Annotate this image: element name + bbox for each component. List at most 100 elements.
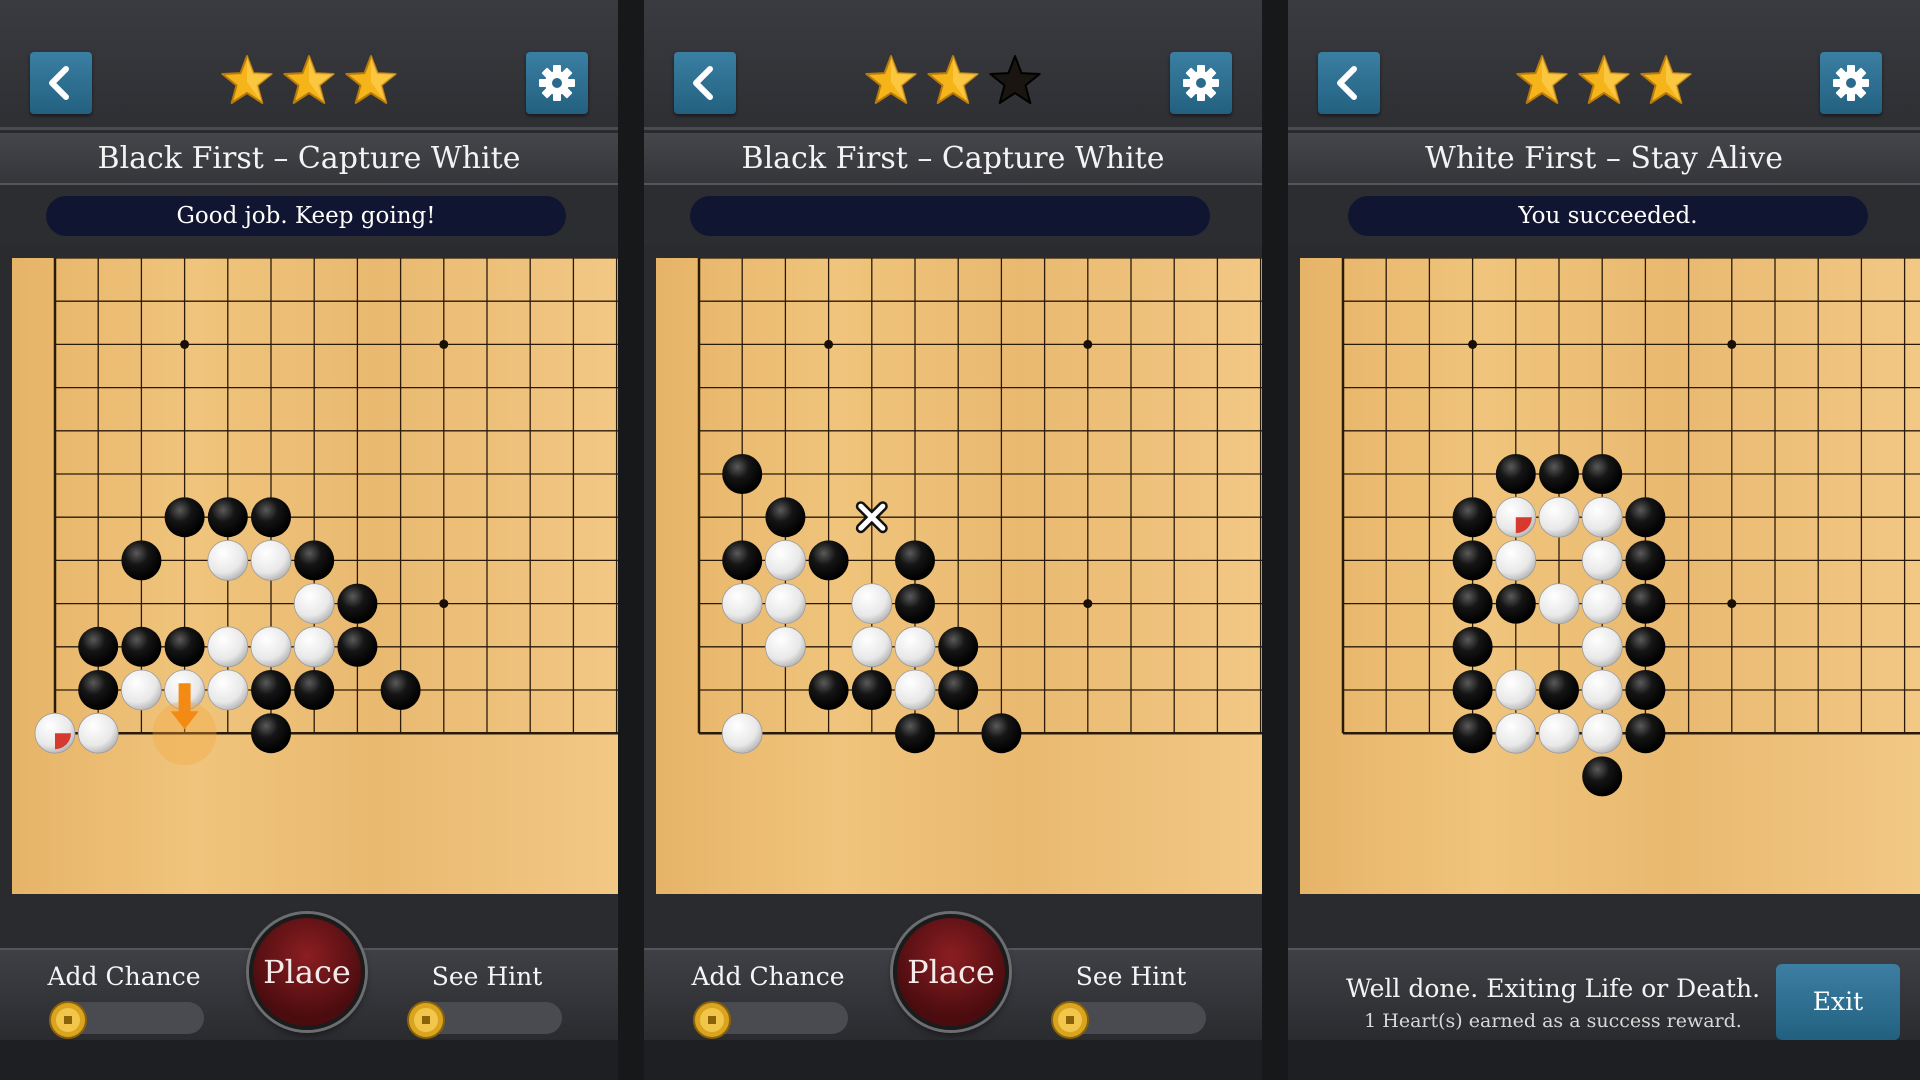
- top-bar: [1288, 0, 1920, 130]
- black-stone: [1582, 756, 1623, 797]
- star-rating: [863, 52, 1043, 108]
- result-bar: Well done. Exiting Life or Death. 1 Hear…: [1288, 948, 1920, 1040]
- white-stone: [293, 583, 335, 625]
- back-button[interactable]: [674, 52, 736, 114]
- black-stone: [808, 540, 849, 581]
- back-chevron-icon: [49, 66, 69, 100]
- star-rating: [1514, 52, 1694, 108]
- star-icon: [1578, 55, 1630, 104]
- white-stone: [894, 626, 936, 668]
- black-stone: [1452, 540, 1493, 581]
- see-hint-button[interactable]: See Hint: [1041, 962, 1221, 991]
- black-stone: [251, 713, 291, 754]
- settings-button[interactable]: [1170, 52, 1232, 114]
- black-stone: [1452, 583, 1493, 624]
- see-hint-button[interactable]: See Hint: [397, 962, 577, 991]
- black-stone: [1625, 670, 1666, 710]
- star-point: [824, 339, 834, 349]
- place-button[interactable]: Place: [249, 914, 365, 1030]
- star-rating: [219, 52, 399, 108]
- black-stone: [1452, 626, 1493, 667]
- add-chance-button[interactable]: Add Chance: [34, 962, 214, 991]
- white-stone: [764, 539, 806, 581]
- white-stone: [1538, 496, 1580, 538]
- black-stone: [765, 497, 806, 538]
- puzzle-panel-1: Black First – Capture White Good job. Ke…: [0, 0, 618, 1080]
- settings-button[interactable]: [526, 52, 588, 114]
- status-message: Good job. Keep going!: [46, 196, 566, 236]
- black-stone: [78, 626, 119, 667]
- star-point: [1083, 339, 1093, 349]
- black-stone: [380, 670, 421, 710]
- black-stone: [1452, 670, 1493, 710]
- puzzle-title: Black First – Capture White: [0, 133, 618, 185]
- black-stone: [808, 670, 849, 710]
- black-stone: [895, 540, 935, 581]
- top-bar: [0, 0, 618, 130]
- black-stone: [722, 454, 763, 494]
- white-stone: [250, 626, 292, 668]
- coin-icon: [407, 1001, 445, 1039]
- go-board[interactable]: [656, 258, 1262, 894]
- back-button[interactable]: [1318, 52, 1380, 114]
- gear-icon: [1183, 65, 1219, 101]
- white-stone: [1495, 669, 1537, 711]
- star-point: [439, 339, 449, 349]
- star-icon: [989, 55, 1041, 104]
- star-point: [1083, 599, 1093, 609]
- coin-icon: [693, 1001, 731, 1039]
- white-stone: [764, 626, 806, 668]
- star-point: [180, 339, 190, 349]
- black-stone: [121, 540, 162, 581]
- black-stone: [1625, 626, 1666, 667]
- star-point: [1468, 339, 1478, 349]
- black-stone: [851, 670, 892, 710]
- star-icon: [283, 55, 335, 104]
- white-stone: [1581, 626, 1623, 668]
- black-stone: [337, 626, 378, 667]
- back-button[interactable]: [30, 52, 92, 114]
- coin-icon: [1051, 1001, 1089, 1039]
- black-stone: [722, 540, 763, 581]
- white-stone: [1538, 583, 1580, 625]
- star-point: [439, 599, 449, 609]
- puzzle-title: White First – Stay Alive: [1288, 133, 1920, 185]
- black-stone: [1625, 497, 1666, 538]
- black-stone: [337, 583, 378, 624]
- exit-button[interactable]: Exit: [1776, 964, 1900, 1040]
- black-stone: [1582, 454, 1623, 494]
- white-stone: [1495, 539, 1537, 581]
- result-message: Well done. Exiting Life or Death.: [1345, 974, 1761, 1003]
- black-stone: [1495, 583, 1536, 624]
- star-icon: [1516, 55, 1568, 104]
- black-stone: [121, 626, 162, 667]
- go-board[interactable]: [12, 258, 618, 894]
- black-stone: [251, 670, 291, 710]
- place-button[interactable]: Place: [893, 914, 1009, 1030]
- white-stone: [721, 712, 763, 754]
- black-stone: [1452, 713, 1493, 754]
- settings-button[interactable]: [1820, 52, 1882, 114]
- puzzle-panel-2: Black First – Capture White Add Chance S…: [644, 0, 1262, 1080]
- back-chevron-icon: [1337, 66, 1357, 100]
- go-board[interactable]: [1300, 258, 1920, 894]
- white-stone: [207, 669, 249, 711]
- white-stone: [764, 583, 806, 625]
- black-stone: [207, 497, 248, 538]
- white-stone: [250, 539, 292, 581]
- black-stone: [895, 583, 935, 624]
- black-stone: [78, 670, 119, 710]
- puzzle-title: Black First – Capture White: [644, 133, 1262, 185]
- white-stone: [1581, 496, 1623, 538]
- white-stone: [1581, 539, 1623, 581]
- puzzle-panel-3: White First – Stay Alive You succeeded. …: [1288, 0, 1920, 1080]
- white-stone: [1495, 712, 1537, 754]
- black-stone: [1625, 540, 1666, 581]
- gear-icon: [1833, 65, 1869, 101]
- black-stone: [938, 626, 979, 667]
- add-chance-button[interactable]: Add Chance: [678, 962, 858, 991]
- white-stone: [293, 626, 335, 668]
- black-stone: [164, 497, 205, 538]
- black-stone: [938, 670, 979, 710]
- star-icon: [345, 55, 397, 104]
